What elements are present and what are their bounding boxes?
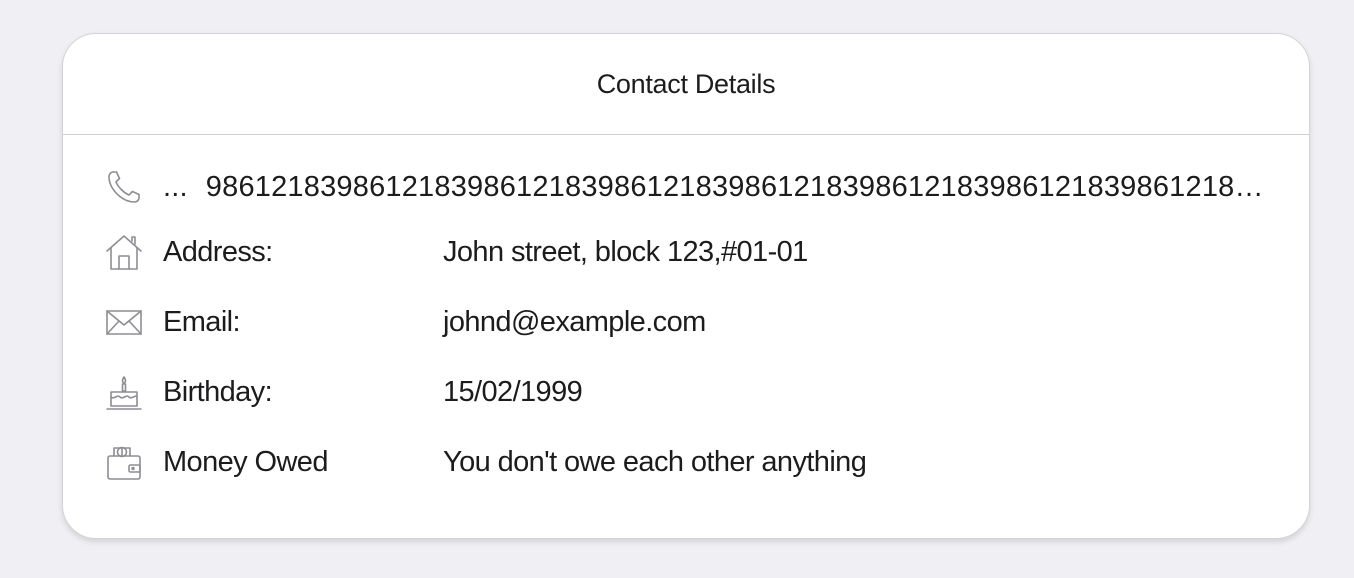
envelope-icon (103, 301, 145, 343)
card-title: Contact Details (596, 68, 776, 99)
money-owed-value: You don't owe each other anything (443, 445, 867, 478)
card-header: Contact Details (63, 34, 1309, 135)
wallet-icon (103, 441, 145, 483)
cake-icon (103, 371, 145, 413)
phone-value: ... 986121839861218398612183986121839861… (163, 171, 1269, 204)
birthday-row: Birthday: 15/02/1999 (63, 370, 1309, 414)
phone-icon (103, 166, 145, 208)
email-label: Email: (163, 305, 241, 338)
email-row[interactable]: Email: johnd@example.com (63, 300, 1309, 344)
money-owed-label: Money Owed (163, 445, 328, 478)
address-value: John street, block 123,#01-01 (443, 235, 808, 268)
phone-prefix: ... (163, 170, 188, 203)
phone-number: 9861218398612183986121839861218398612183… (205, 170, 1269, 203)
email-value: johnd@example.com (443, 305, 706, 338)
birthday-value: 15/02/1999 (443, 375, 583, 408)
contact-details-card: Contact Details ... 98612183986121839861… (62, 33, 1310, 539)
money-owed-row: Money Owed You don't owe each other anyt… (63, 440, 1309, 484)
house-icon (103, 231, 145, 273)
address-label: Address: (163, 235, 273, 268)
address-row: Address: John street, block 123,#01-01 (63, 230, 1309, 274)
birthday-label: Birthday: (163, 375, 273, 408)
phone-row[interactable]: ... 986121839861218398612183986121839861… (63, 165, 1309, 209)
